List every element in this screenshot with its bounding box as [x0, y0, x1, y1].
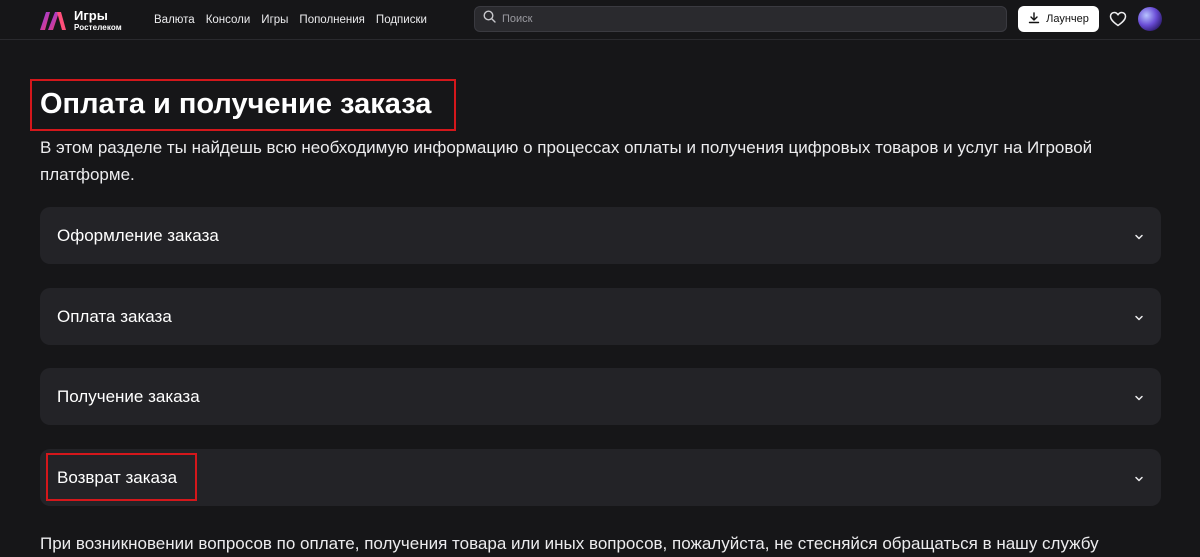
- logo-icon: [38, 8, 68, 32]
- logo[interactable]: Игры Ростелеком: [38, 7, 122, 33]
- accordion-item-order-receipt[interactable]: Получение заказа: [40, 368, 1161, 425]
- page-title: Оплата и получение заказа: [40, 88, 432, 120]
- intro-text: В этом разделе ты найдешь всю необходиму…: [40, 138, 1093, 184]
- main-nav: Валюта Консоли Игры Пополнения Подписки: [154, 0, 427, 40]
- accordion-item-order-placement[interactable]: Оформление заказа: [40, 207, 1161, 264]
- chevron-down-icon: [1133, 311, 1145, 323]
- nav-item-currency[interactable]: Валюта: [154, 14, 195, 26]
- logo-title: Игры: [74, 7, 108, 23]
- accordion-label: Оформление заказа: [57, 225, 219, 245]
- support-text: При возникновении вопросов по оплате, по…: [40, 534, 1099, 553]
- logo-subtitle: Ростелеком: [74, 22, 122, 32]
- search-icon: [483, 10, 496, 28]
- download-icon: [1028, 11, 1040, 27]
- nav-item-subscriptions[interactable]: Подписки: [376, 14, 427, 26]
- chevron-down-icon: [1133, 391, 1145, 403]
- launcher-button[interactable]: Лаунчер: [1018, 6, 1099, 32]
- heart-icon[interactable]: [1109, 10, 1127, 28]
- chevron-down-icon: [1133, 472, 1145, 484]
- launcher-label: Лаунчер: [1046, 13, 1089, 25]
- logo-text: Игры Ростелеком: [74, 9, 122, 32]
- nav-item-consoles[interactable]: Консоли: [206, 14, 251, 26]
- accordion-label: Получение заказа: [57, 386, 200, 406]
- accordion-label: Оплата заказа: [57, 306, 172, 326]
- accordion-item-order-payment[interactable]: Оплата заказа: [40, 288, 1161, 345]
- search-box[interactable]: [474, 6, 1007, 32]
- chevron-down-icon: [1133, 230, 1145, 242]
- top-bar: Игры Ростелеком Валюта Консоли Игры Попо…: [0, 0, 1200, 40]
- nav-item-games[interactable]: Игры: [261, 14, 288, 26]
- accordion-label: Возврат заказа: [57, 467, 178, 487]
- avatar[interactable]: [1138, 7, 1162, 31]
- accordion-item-order-return[interactable]: Возврат заказа: [40, 449, 1161, 506]
- search-input[interactable]: [502, 13, 982, 25]
- nav-item-topups[interactable]: Пополнения: [299, 14, 365, 26]
